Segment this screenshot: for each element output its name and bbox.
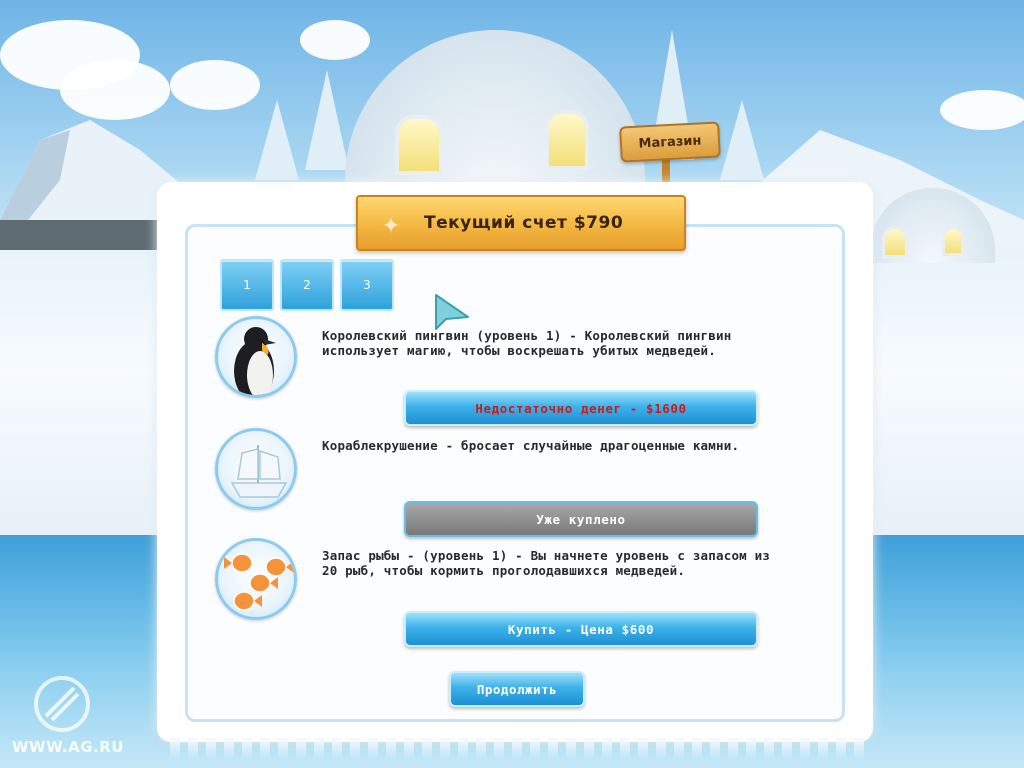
cursor-arrow-icon <box>435 294 469 330</box>
pine-tree <box>720 100 764 180</box>
tab-page-2[interactable]: 2 <box>280 259 334 311</box>
watermark-text: WWW.AG.RU <box>12 738 124 756</box>
igloo-window <box>882 226 908 258</box>
pine-tree <box>305 70 349 170</box>
item-description-royal-penguin: Королевский пингвин (уровень 1) - Короле… <box>322 328 732 358</box>
button-label: Продолжить <box>476 681 558 697</box>
igloo-window <box>545 110 589 170</box>
ship-icon <box>215 428 297 510</box>
continue-button[interactable]: Продолжить <box>449 671 585 707</box>
tab-label: 1 <box>243 278 251 292</box>
watermark-logo-icon <box>34 676 90 732</box>
cloud <box>170 60 260 110</box>
paw-print-icon: ✦ <box>381 205 401 241</box>
already-purchased-button: Уже куплено <box>404 501 758 537</box>
tab-page-3[interactable]: 3 <box>340 259 394 311</box>
igloo-window <box>942 226 964 256</box>
penguin-icon <box>215 316 297 398</box>
cloud <box>300 20 370 60</box>
button-label: Недостаточно денег - $1600 <box>475 400 687 416</box>
item-description-fish-supply: Запас рыбы - (уровень 1) - Вы начнете ур… <box>322 548 771 578</box>
fish-icon <box>215 538 297 620</box>
icicles <box>170 738 870 760</box>
shop-sign: Магазин <box>619 121 721 163</box>
item-description-shipwreck: Кораблекрушение - бросает случайные драг… <box>322 438 740 453</box>
buy-button[interactable]: Купить - Цена $600 <box>404 611 758 647</box>
pine-tree <box>255 100 299 180</box>
button-label: Уже куплено <box>536 511 626 527</box>
score-banner: ✦ Текущий счет $790 <box>356 195 686 251</box>
button-label: Купить - Цена $600 <box>507 621 655 637</box>
tab-label: 2 <box>303 278 311 292</box>
igloo-window <box>395 115 443 175</box>
shop-sign-label: Магазин <box>638 132 702 152</box>
insufficient-funds-button[interactable]: Недостаточно денег - $1600 <box>404 390 758 426</box>
tab-label: 3 <box>363 278 371 292</box>
score-text: Текущий счет $790 <box>424 213 624 233</box>
tab-page-1[interactable]: 1 <box>220 259 274 311</box>
